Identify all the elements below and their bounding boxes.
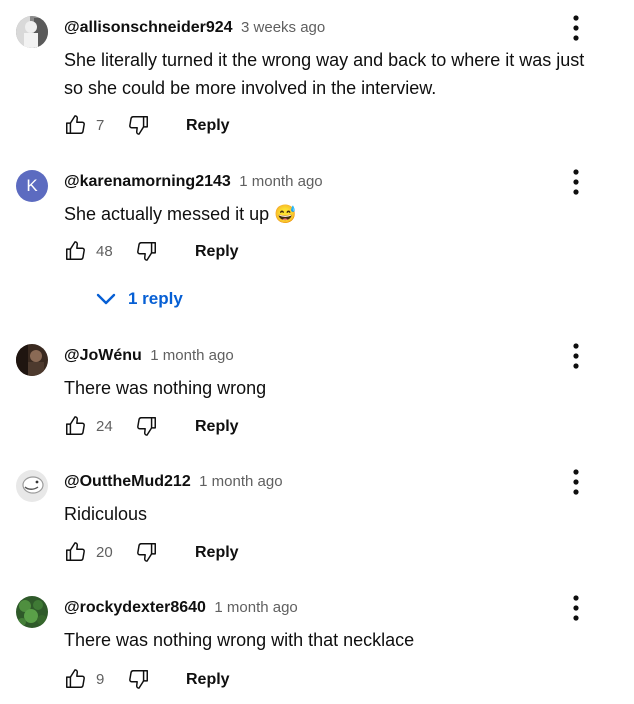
comment-actions: 20 Reply xyxy=(64,539,364,567)
comment-text: She actually messed it up 😅 xyxy=(64,204,297,224)
thumbs-down-icon[interactable] xyxy=(136,541,158,563)
reply-button[interactable]: Reply xyxy=(195,238,239,266)
comment-header: @OuttheMud212 1 month ago xyxy=(64,470,283,494)
more-vert-icon[interactable] xyxy=(562,588,590,628)
author-name[interactable]: @karenamorning2143 xyxy=(64,173,231,190)
view-replies-button[interactable]: 1 reply xyxy=(94,286,183,312)
comment-actions: 9 Reply xyxy=(64,666,364,694)
comment-header: @rockydexter8640 1 month ago xyxy=(64,596,298,620)
comment-header: @allisonschneider924 3 weeks ago xyxy=(64,16,325,40)
more-vert-icon[interactable] xyxy=(562,8,590,48)
comment-header: @JoWénu 1 month ago xyxy=(64,344,234,368)
more-vert-icon[interactable] xyxy=(562,336,590,376)
comment-text: She literally turned it the wrong way an… xyxy=(64,50,585,98)
thumbs-down-icon[interactable] xyxy=(128,668,150,690)
thumbs-up-icon[interactable] xyxy=(64,415,86,437)
thumbs-down-icon[interactable] xyxy=(136,415,158,437)
avatar[interactable] xyxy=(16,344,48,376)
like-count: 20 xyxy=(96,544,113,561)
more-vert-icon[interactable] xyxy=(562,162,590,202)
thumbs-up-icon[interactable] xyxy=(64,668,86,690)
reply-button[interactable]: Reply xyxy=(186,666,230,694)
comment-actions: 24 Reply xyxy=(64,413,364,441)
thumbs-up-icon[interactable] xyxy=(64,541,86,563)
avatar[interactable] xyxy=(16,16,48,48)
chevron-down-icon xyxy=(94,287,118,311)
thumbs-down-icon[interactable] xyxy=(136,240,158,262)
thumbs-up-icon[interactable] xyxy=(64,240,86,262)
avatar[interactable] xyxy=(16,596,48,628)
reply-button[interactable]: Reply xyxy=(195,413,239,441)
comment-time[interactable]: 3 weeks ago xyxy=(241,19,325,36)
comment-time[interactable]: 1 month ago xyxy=(214,599,297,616)
author-name[interactable]: @rockydexter8640 xyxy=(64,599,206,616)
author-name[interactable]: @JoWénu xyxy=(64,347,142,364)
like-count: 9 xyxy=(96,671,105,688)
comment-time[interactable]: 1 month ago xyxy=(199,473,282,490)
author-name[interactable]: @allisonschneider924 xyxy=(64,19,233,36)
comment-actions: 7 Reply xyxy=(64,112,364,140)
more-vert-icon[interactable] xyxy=(562,462,590,502)
comment-text: There was nothing wrong with that neckla… xyxy=(64,630,415,650)
thumbs-up-icon[interactable] xyxy=(64,114,86,136)
comment-header: @karenamorning2143 1 month ago xyxy=(64,170,323,194)
author-name[interactable]: @OuttheMud212 xyxy=(64,473,191,490)
like-count: 48 xyxy=(96,243,113,260)
reply-button[interactable]: Reply xyxy=(195,539,239,567)
avatar[interactable]: K xyxy=(16,170,48,202)
comment-text: Ridiculous xyxy=(64,504,148,524)
thumbs-down-icon[interactable] xyxy=(128,114,150,136)
comment-time[interactable]: 1 month ago xyxy=(150,347,233,364)
like-count: 24 xyxy=(96,418,113,435)
reply-button[interactable]: Reply xyxy=(186,112,230,140)
like-count: 7 xyxy=(96,117,105,134)
comment-time[interactable]: 1 month ago xyxy=(239,173,322,190)
comment-text: There was nothing wrong xyxy=(64,378,267,398)
comment-actions: 48 Reply xyxy=(64,238,364,266)
replies-count-label: 1 reply xyxy=(128,289,183,308)
avatar[interactable] xyxy=(16,470,48,502)
